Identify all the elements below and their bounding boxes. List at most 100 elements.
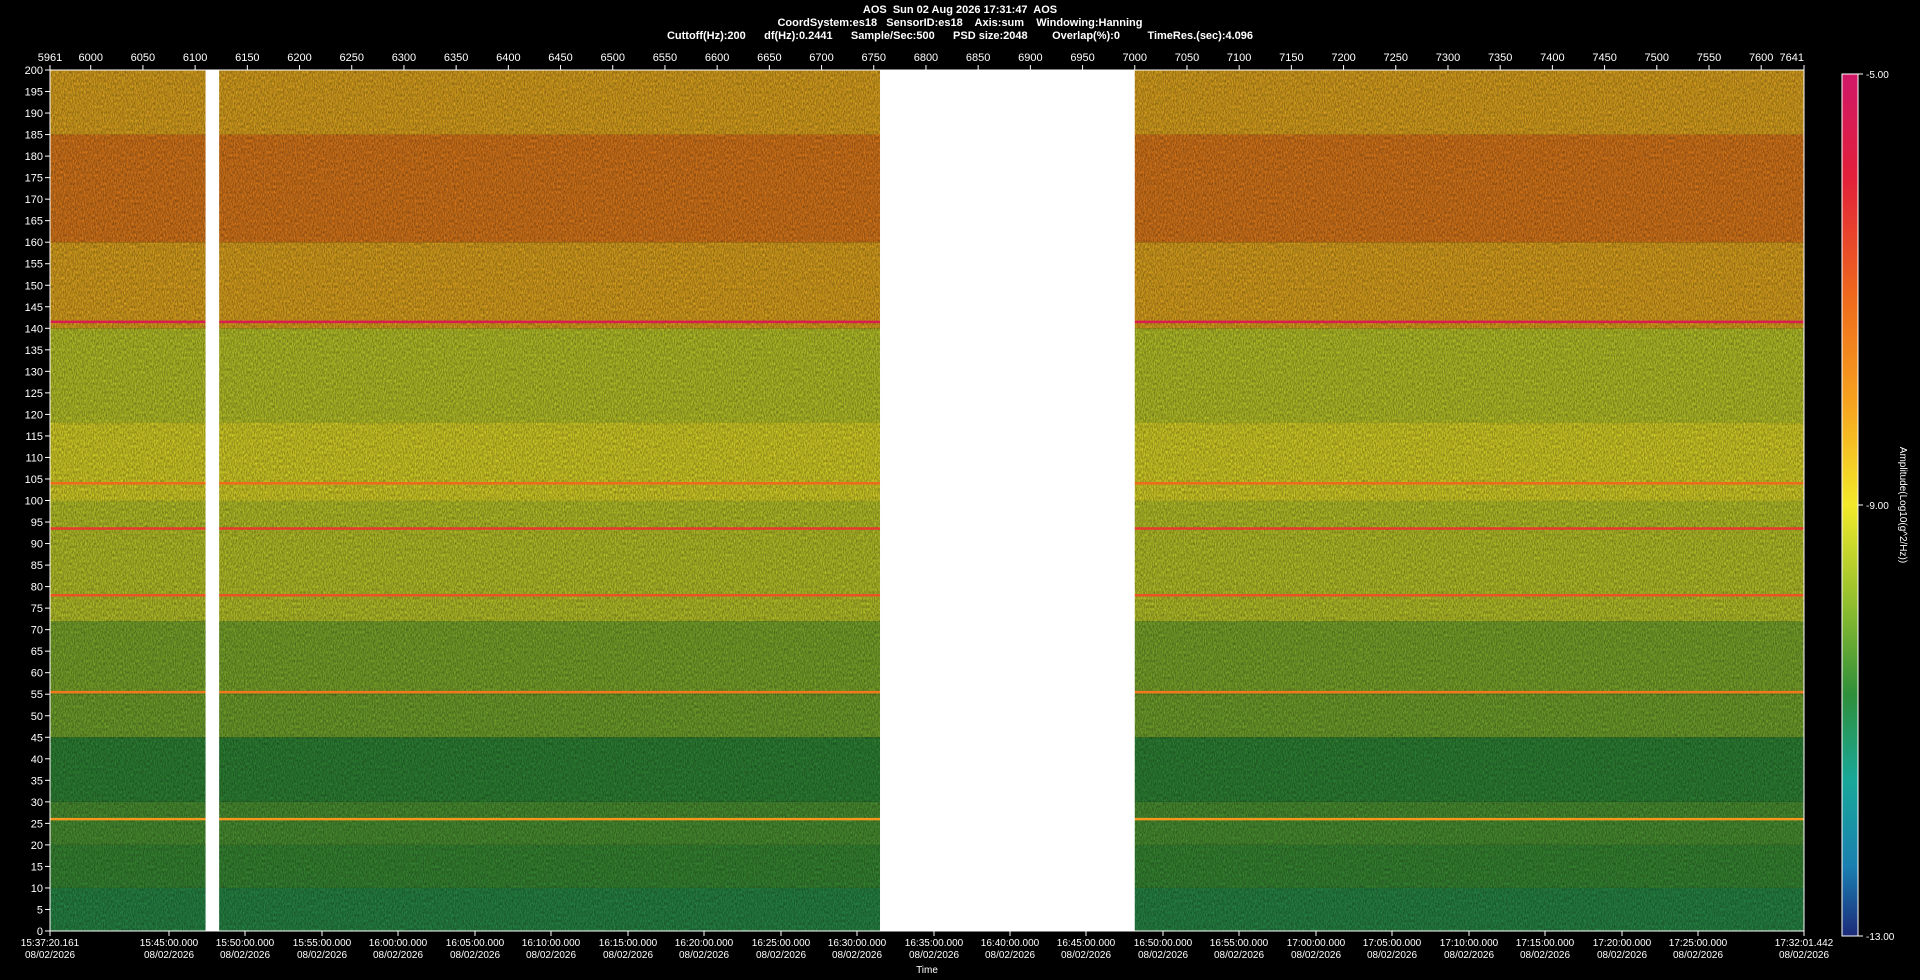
y-tick-label: 65 bbox=[31, 646, 43, 658]
y-tick-label: 15 bbox=[31, 861, 43, 873]
y-tick-label: 80 bbox=[31, 582, 43, 594]
y-tick-label: 145 bbox=[25, 302, 43, 314]
x-tick-date-label: 08/02/2026 bbox=[1061, 950, 1111, 961]
top-tick-label: 6500 bbox=[600, 52, 624, 64]
top-tick-label: 6150 bbox=[235, 52, 259, 64]
top-tick-label: 6550 bbox=[653, 52, 677, 64]
x-tick-time-label: 16:00:00.000 bbox=[369, 938, 428, 949]
top-tick-label: 6450 bbox=[548, 52, 572, 64]
top-tick-label: 6200 bbox=[287, 52, 311, 64]
y-tick-label: 10 bbox=[31, 883, 43, 895]
x-tick-date-label: 08/02/2026 bbox=[373, 950, 423, 961]
y-tick-label: 155 bbox=[25, 259, 43, 271]
x-tick-time-label: 16:15:00.000 bbox=[599, 938, 658, 949]
top-tick-label: 7250 bbox=[1384, 52, 1408, 64]
y-tick-label: 40 bbox=[31, 754, 43, 766]
top-tick-label: 5961 bbox=[38, 52, 62, 64]
y-tick-label: 55 bbox=[31, 689, 43, 701]
y-tick-label: 60 bbox=[31, 668, 43, 680]
x-tick-time-label: 17:00:00.000 bbox=[1287, 938, 1346, 949]
x-tick-date-label: 08/02/2026 bbox=[1779, 950, 1829, 961]
x-tick-date-label: 08/02/2026 bbox=[832, 950, 882, 961]
colorbar-tick-label: -5.00 bbox=[1866, 70, 1889, 81]
x-tick-date-label: 08/02/2026 bbox=[1520, 950, 1570, 961]
data-gap bbox=[205, 70, 220, 931]
y-tick-label: 125 bbox=[25, 388, 43, 400]
y-tick-label: 35 bbox=[31, 775, 43, 787]
y-tick-label: 130 bbox=[25, 366, 43, 378]
x-tick-time-label: 16:50:00.000 bbox=[1134, 938, 1193, 949]
x-tick-time-label: 17:25:00.000 bbox=[1669, 938, 1728, 949]
y-tick-label: 105 bbox=[25, 474, 43, 486]
x-tick-time-label: 17:32:01.442 bbox=[1775, 938, 1834, 949]
x-tick-date-label: 08/02/2026 bbox=[756, 950, 806, 961]
top-tick-label: 7200 bbox=[1331, 52, 1355, 64]
spectrogram-chart: 2001951901851801751701651601551501451401… bbox=[21, 52, 1908, 976]
y-tick-label: 140 bbox=[25, 323, 43, 335]
x-tick-date-label: 08/02/2026 bbox=[1444, 950, 1494, 961]
x-tick-time-label: 15:45:00.000 bbox=[140, 938, 199, 949]
y-tick-label: 0 bbox=[37, 926, 43, 938]
y-tick-label: 115 bbox=[25, 431, 43, 443]
top-tick-label: 7550 bbox=[1697, 52, 1721, 64]
x-tick-date-label: 08/02/2026 bbox=[603, 950, 653, 961]
top-tick-label: 7300 bbox=[1436, 52, 1460, 64]
y-tick-label: 70 bbox=[31, 625, 43, 637]
x-tick-time-label: 16:10:00.000 bbox=[522, 938, 581, 949]
y-tick-label: 75 bbox=[31, 603, 43, 615]
colorbar-tick-label: -13.00 bbox=[1866, 932, 1895, 943]
x-tick-date-label: 08/02/2026 bbox=[1367, 950, 1417, 961]
top-tick-label: 7641 bbox=[1780, 52, 1804, 64]
x-tick-time-label: 16:40:00.000 bbox=[981, 938, 1040, 949]
top-tick-label: 7050 bbox=[1175, 52, 1199, 64]
x-tick-time-label: 15:37:20.161 bbox=[21, 938, 80, 949]
top-tick-label: 7400 bbox=[1540, 52, 1564, 64]
x-tick-date-label: 08/02/2026 bbox=[220, 950, 270, 961]
x-tick-date-label: 08/02/2026 bbox=[526, 950, 576, 961]
x-tick-time-label: 17:10:00.000 bbox=[1440, 938, 1499, 949]
top-tick-label: 7000 bbox=[1123, 52, 1147, 64]
top-tick-label: 6350 bbox=[444, 52, 468, 64]
x-axis-label: Time bbox=[916, 965, 938, 976]
top-tick-label: 6400 bbox=[496, 52, 520, 64]
top-tick-label: 7500 bbox=[1645, 52, 1669, 64]
x-tick-date-label: 08/02/2026 bbox=[144, 950, 194, 961]
y-tick-label: 30 bbox=[31, 797, 43, 809]
x-tick-time-label: 17:15:00.000 bbox=[1516, 938, 1575, 949]
x-tick-time-label: 16:25:00.000 bbox=[752, 938, 811, 949]
top-tick-label: 7100 bbox=[1227, 52, 1251, 64]
y-tick-label: 150 bbox=[25, 280, 43, 292]
top-tick-label: 6800 bbox=[914, 52, 938, 64]
x-tick-date-label: 08/02/2026 bbox=[25, 950, 75, 961]
y-tick-label: 20 bbox=[31, 840, 43, 852]
x-tick-date-label: 08/02/2026 bbox=[985, 950, 1035, 961]
y-tick-label: 195 bbox=[25, 87, 43, 99]
top-tick-label: 7450 bbox=[1592, 52, 1616, 64]
top-tick-label: 7150 bbox=[1279, 52, 1303, 64]
top-tick-label: 6650 bbox=[757, 52, 781, 64]
y-tick-label: 110 bbox=[25, 452, 43, 464]
x-tick-time-label: 17:05:00.000 bbox=[1363, 938, 1422, 949]
x-tick-date-label: 08/02/2026 bbox=[679, 950, 729, 961]
top-tick-label: 6300 bbox=[392, 52, 416, 64]
top-tick-label: 6100 bbox=[183, 52, 207, 64]
x-tick-date-label: 08/02/2026 bbox=[297, 950, 347, 961]
y-tick-label: 120 bbox=[25, 409, 43, 421]
x-tick-time-label: 16:45:00.000 bbox=[1057, 938, 1116, 949]
top-tick-label: 6700 bbox=[809, 52, 833, 64]
y-tick-label: 175 bbox=[25, 173, 43, 185]
y-tick-label: 90 bbox=[31, 539, 43, 551]
y-tick-label: 45 bbox=[31, 732, 43, 744]
data-gap bbox=[880, 70, 1135, 931]
x-tick-time-label: 17:20:00.000 bbox=[1593, 938, 1652, 949]
y-tick-label: 5 bbox=[37, 904, 43, 916]
x-tick-time-label: 15:55:00.000 bbox=[293, 938, 352, 949]
x-tick-date-label: 08/02/2026 bbox=[1291, 950, 1341, 961]
y-tick-label: 95 bbox=[31, 517, 43, 529]
colorbar-tick-label: -9.00 bbox=[1866, 501, 1889, 512]
top-tick-label: 6750 bbox=[862, 52, 886, 64]
y-tick-label: 180 bbox=[25, 151, 43, 163]
x-tick-time-label: 16:30:00.000 bbox=[828, 938, 887, 949]
y-tick-label: 190 bbox=[25, 108, 43, 120]
x-tick-date-label: 08/02/2026 bbox=[450, 950, 500, 961]
